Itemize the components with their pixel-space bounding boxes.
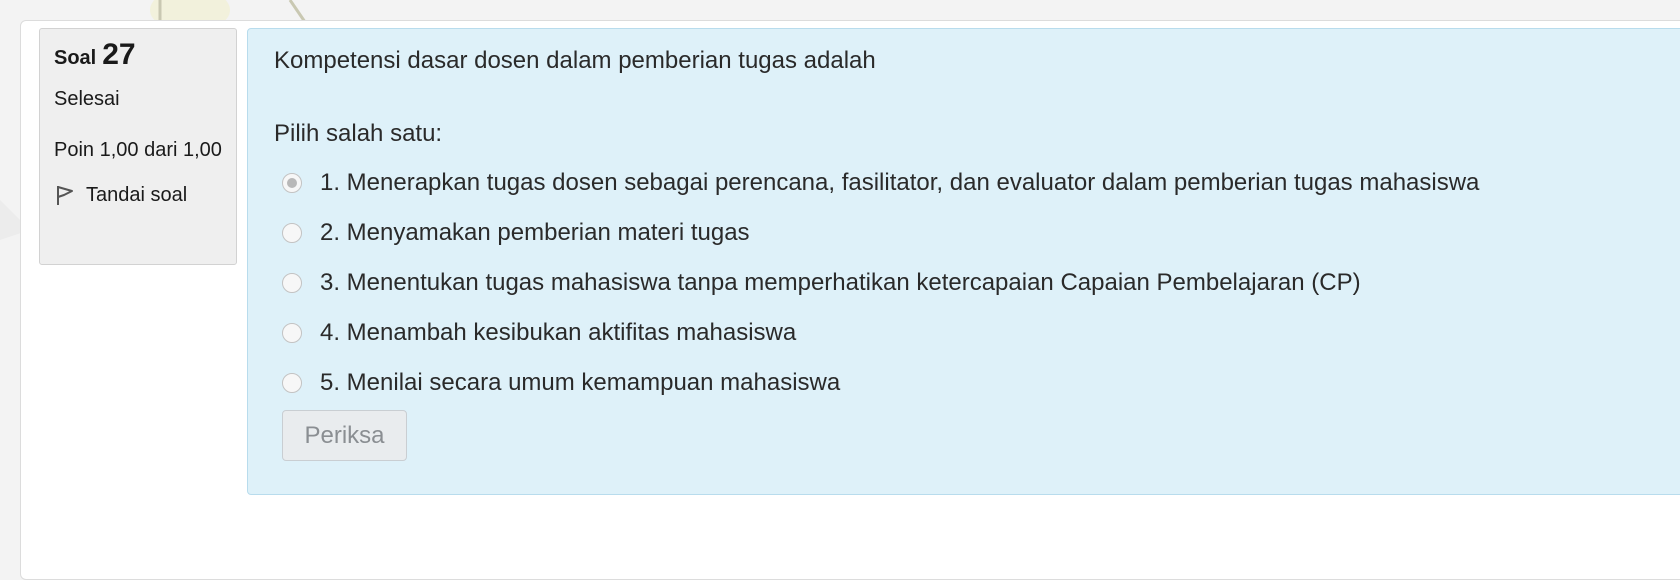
answer-radio[interactable] <box>282 223 302 243</box>
answer-radio[interactable] <box>282 173 302 193</box>
answer-label: 1. Menerapkan tugas dosen sebagai perenc… <box>320 169 1480 196</box>
answer-option[interactable]: 3. Menentukan tugas mahasiswa tanpa memp… <box>282 258 1680 308</box>
answer-radio[interactable] <box>282 323 302 343</box>
check-button[interactable]: Periksa <box>282 410 407 461</box>
question-number-label: Soal <box>54 47 97 69</box>
answer-option[interactable]: 4. Menambah kesibukan aktifitas mahasisw… <box>282 308 1680 358</box>
flag-icon <box>54 183 76 207</box>
answer-option[interactable]: 5. Menilai secara umum kemampuan mahasis… <box>282 358 1680 408</box>
question-number-value: 27 <box>102 38 136 71</box>
question-grade: Poin 1,00 dari 1,00 <box>54 139 222 161</box>
answer-label: 3. Menentukan tugas mahasiswa tanpa memp… <box>320 269 1361 296</box>
question-text: Kompetensi dasar dosen dalam pemberian t… <box>274 47 876 74</box>
question-number: Soal 27 <box>54 38 222 72</box>
answer-label: 5. Menilai secara umum kemampuan mahasis… <box>320 369 841 396</box>
question-state: Selesai <box>54 88 120 110</box>
question-content: Kompetensi dasar dosen dalam pemberian t… <box>247 28 1680 495</box>
answer-label: 4. Menambah kesibukan aktifitas mahasisw… <box>320 319 797 346</box>
question-info-panel: Soal 27 Selesai Poin 1,00 dari 1,00 Tanda… <box>39 28 237 265</box>
flag-question-label: Tandai soal <box>86 184 188 206</box>
answer-list: 1. Menerapkan tugas dosen sebagai perenc… <box>282 158 1680 408</box>
answer-radio[interactable] <box>282 273 302 293</box>
answer-option[interactable]: 1. Menerapkan tugas dosen sebagai perenc… <box>282 158 1680 208</box>
answer-prompt: Pilih salah satu: <box>274 120 443 147</box>
answer-option[interactable]: 2. Menyamakan pemberian materi tugas <box>282 208 1680 258</box>
answer-label: 2. Menyamakan pemberian materi tugas <box>320 219 750 246</box>
flag-question-link[interactable]: Tandai soal <box>54 182 222 208</box>
answer-radio[interactable] <box>282 373 302 393</box>
